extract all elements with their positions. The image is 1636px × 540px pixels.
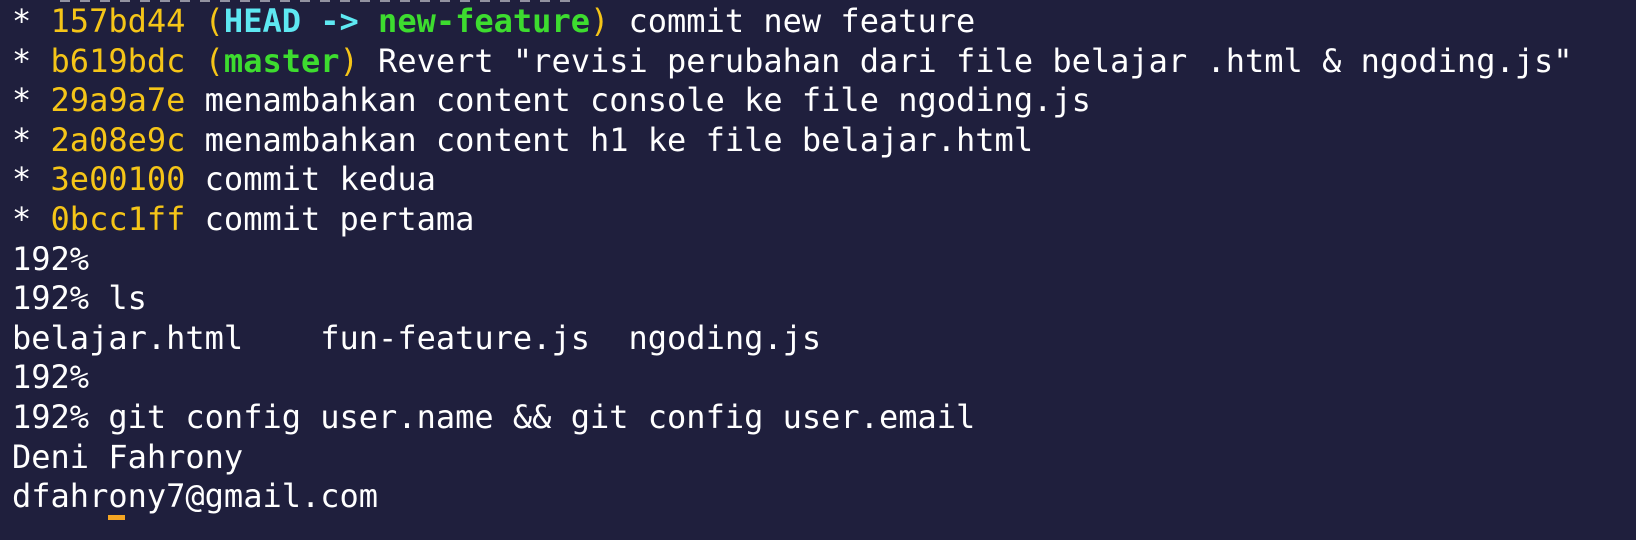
terminal-cursor: [108, 515, 125, 520]
command-output-line: dfahrony7@gmail.com: [12, 477, 1636, 517]
command-text: ls: [108, 279, 147, 318]
commit-hash: b619bdc: [50, 41, 186, 80]
prompt-line: 192% ls: [12, 279, 1636, 319]
commit-message: commit new feature: [628, 2, 976, 40]
commit-message: commit pertama: [204, 199, 475, 238]
ref-close: ): [589, 2, 610, 40]
head-ref: HEAD ->: [223, 2, 359, 40]
ls-output-line: belajar.html fun-feature.js ngoding.js: [12, 319, 1636, 359]
git-log-line: * b619bdc (master) Revert "revisi peruba…: [12, 42, 1636, 82]
shell-prompt: 192%: [12, 279, 90, 318]
prompt-line: 192%: [12, 358, 1636, 398]
git-log-line: * 0bcc1ff commit pertama: [12, 200, 1636, 240]
commit-hash: 29a9a7e: [50, 81, 186, 120]
branch-ref: master: [223, 41, 340, 80]
file-entry: fun-feature.js: [320, 318, 590, 357]
prompt-line: 192% git config user.name && git config …: [12, 398, 1636, 438]
graph-marker: *: [12, 199, 32, 238]
git-log-line: * 29a9a7e menambahkan content console ke…: [12, 81, 1636, 121]
shell-prompt: 192%: [12, 397, 90, 436]
git-user-email: dfahrony7@gmail.com: [12, 477, 379, 516]
commit-hash: 2a08e9c: [50, 120, 186, 159]
commit-message: commit kedua: [204, 160, 436, 199]
commit-message: menambahkan content console ke file ngod…: [204, 81, 1091, 120]
commit-hash: 0bcc1ff: [50, 199, 186, 238]
git-user-name: Deni Fahrony: [12, 437, 244, 476]
commit-message: Revert "revisi perubahan dari file belaj…: [378, 41, 1573, 80]
graph-marker: *: [12, 160, 32, 199]
commit-hash: 3e00100: [50, 160, 186, 199]
graph-marker: *: [12, 41, 32, 80]
file-entry: belajar.html: [12, 318, 244, 357]
graph-marker: *: [12, 2, 32, 40]
file-entry: ngoding.js: [628, 318, 822, 357]
commit-hash: 157bd44: [50, 2, 186, 40]
terminal-window[interactable]: * 157bd44 (HEAD -> new-feature) commit n…: [0, 0, 1636, 540]
branch-ref: new-feature: [378, 2, 590, 40]
commit-message: menambahkan content h1 ke file belajar.h…: [204, 120, 1034, 159]
shell-prompt: 192%: [12, 358, 90, 397]
prompt-line: 192%: [12, 240, 1636, 280]
graph-marker: *: [12, 120, 32, 159]
command-text: git config user.name && git config user.…: [108, 397, 976, 436]
graph-marker: *: [12, 81, 32, 120]
command-output-line: Deni Fahrony: [12, 438, 1636, 478]
ref-open: (: [204, 41, 224, 80]
git-log-line: * 157bd44 (HEAD -> new-feature) commit n…: [12, 2, 1636, 42]
shell-prompt: 192%: [12, 239, 90, 278]
terminal-output: * 157bd44 (HEAD -> new-feature) commit n…: [12, 2, 1636, 517]
git-log-line: * 3e00100 commit kedua: [12, 160, 1636, 200]
ref-close: ): [339, 41, 359, 80]
ref-open: (: [204, 2, 224, 40]
git-log-line: * 2a08e9c menambahkan content h1 ke file…: [12, 121, 1636, 161]
